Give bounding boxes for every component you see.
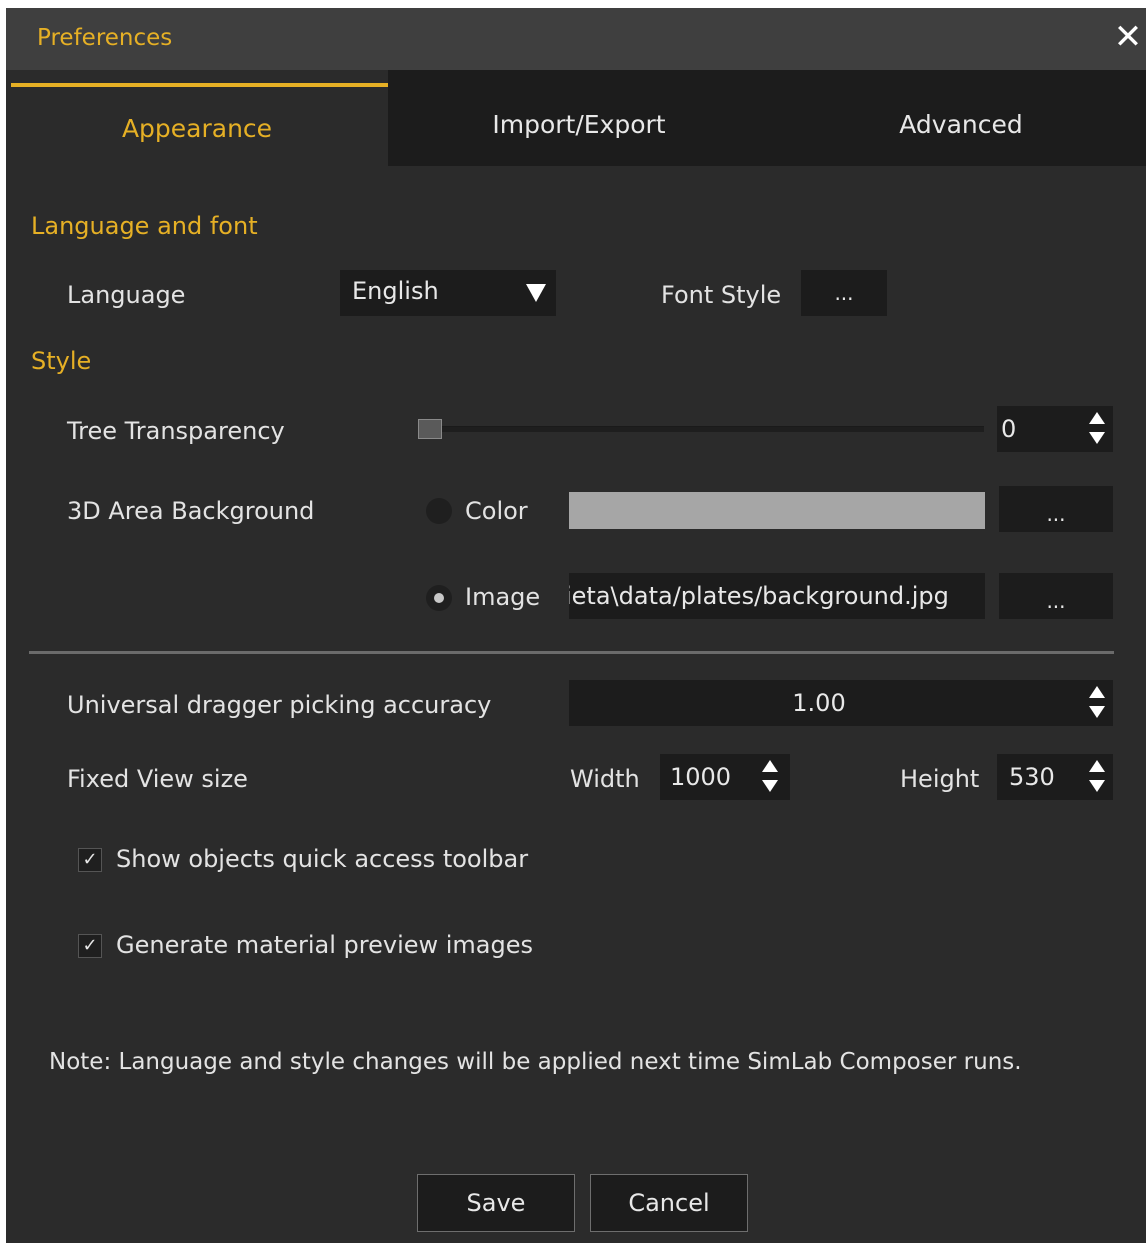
section-style: Style [31, 347, 92, 375]
dragger-accuracy-value: 1.00 [792, 689, 846, 717]
fixed-view-label: Fixed View size [67, 765, 248, 793]
transparency-slider-track[interactable] [430, 426, 984, 432]
width-label: Width [570, 765, 640, 793]
image-radio[interactable] [426, 585, 452, 611]
image-option-label: Image [465, 583, 541, 611]
dragger-accuracy-spinbox[interactable]: 1.00 [569, 680, 1113, 726]
transparency-spinbox[interactable]: 0 [997, 406, 1113, 452]
transparency-value: 0 [1001, 415, 1017, 443]
tab-bar: Appearance Import/Export Advanced [6, 70, 1146, 166]
close-icon[interactable]: ✕ [1110, 17, 1146, 57]
font-style-button[interactable]: ... [801, 270, 887, 316]
spinner-arrows-icon[interactable] [1085, 680, 1109, 726]
color-swatch[interactable] [569, 492, 985, 529]
window-title: Preferences [37, 25, 173, 51]
title-bar: Preferences ✕ [6, 8, 1146, 70]
tree-transparency-label: Tree Transparency [67, 417, 285, 445]
spinner-arrows-icon[interactable] [1085, 754, 1109, 800]
spinner-arrows-icon[interactable] [1085, 406, 1109, 452]
material-preview-label: Generate material preview images [116, 931, 534, 959]
height-spinbox[interactable]: 530 [997, 754, 1113, 800]
note-text: Note: Language and style changes will be… [49, 1049, 1022, 1075]
show-toolbar-label: Show objects quick access toolbar [116, 845, 529, 873]
material-preview-checkbox[interactable]: ✓ [78, 934, 102, 958]
color-option-label: Color [465, 497, 528, 525]
image-browse-button[interactable]: ... [999, 573, 1113, 619]
dragger-accuracy-label: Universal dragger picking accuracy [67, 691, 492, 719]
width-spinbox[interactable]: 1000 [660, 754, 790, 800]
triangle-down-icon [526, 284, 546, 302]
language-value: English [352, 277, 439, 305]
background-label: 3D Area Background [67, 497, 315, 525]
tab-advanced[interactable]: Advanced [770, 70, 1146, 166]
color-picker-button[interactable]: ... [999, 486, 1113, 532]
section-divider [29, 651, 1114, 654]
color-radio[interactable] [426, 498, 452, 524]
image-path-field[interactable]: ieta\data/plates/background.jpg [569, 573, 985, 619]
spinner-arrows-icon[interactable] [758, 754, 782, 800]
cancel-button[interactable]: Cancel [590, 1174, 748, 1232]
image-path-value: ieta\data/plates/background.jpg [569, 582, 949, 610]
tab-appearance[interactable]: Appearance [6, 70, 388, 166]
language-label: Language [67, 281, 186, 309]
save-button[interactable]: Save [417, 1174, 575, 1232]
section-language-font: Language and font [31, 212, 258, 240]
show-toolbar-checkbox[interactable]: ✓ [78, 848, 102, 872]
height-label: Height [900, 765, 980, 793]
width-value: 1000 [670, 763, 732, 791]
font-style-label: Font Style [661, 281, 782, 309]
preferences-dialog: Preferences ✕ Appearance Import/Export A… [6, 8, 1146, 1243]
height-value: 530 [1009, 763, 1055, 791]
language-dropdown[interactable]: English [340, 270, 556, 316]
transparency-slider-handle[interactable] [418, 419, 442, 439]
tab-import-export[interactable]: Import/Export [388, 70, 770, 166]
